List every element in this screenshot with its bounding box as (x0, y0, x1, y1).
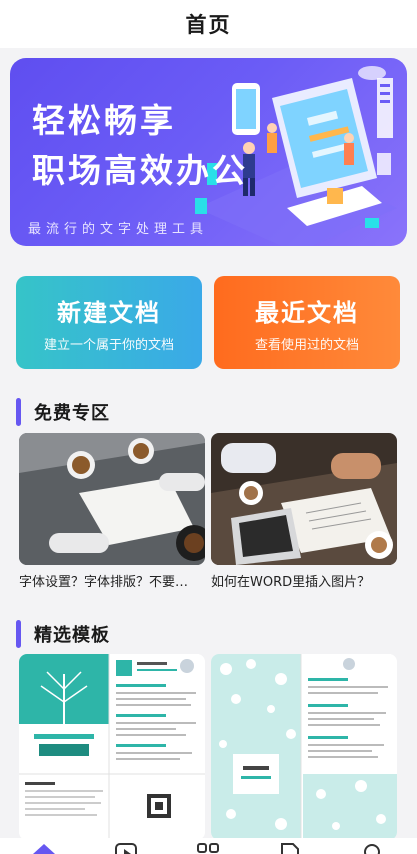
template-section-header: 精选模板 (16, 620, 110, 648)
new-document-title: 新建文档 (57, 298, 161, 327)
article-card[interactable]: 如何在WORD里插入图片？ (211, 433, 397, 590)
document-icon[interactable] (278, 842, 302, 854)
section-accent-bar (16, 620, 21, 648)
play-icon[interactable] (114, 842, 138, 854)
home-icon[interactable] (32, 842, 56, 854)
profile-icon[interactable] (360, 842, 384, 854)
template-card[interactable] (211, 654, 397, 840)
article-thumbnail (211, 433, 397, 565)
article-thumbnail (19, 433, 205, 565)
recent-documents-subtitle: 查看使用过的文档 (254, 337, 359, 353)
template-card[interactable] (19, 654, 205, 840)
recent-documents-title: 最近文档 (255, 298, 359, 327)
bottom-tab-bar (0, 838, 417, 854)
template-section-title: 精选模板 (34, 625, 110, 646)
apps-icon[interactable] (196, 842, 220, 854)
new-document-subtitle: 建立一个属于你的文档 (43, 337, 174, 353)
banner-headline-1: 轻松畅享 (32, 101, 176, 140)
free-section-title: 免费专区 (34, 403, 110, 424)
recent-documents-button[interactable]: 最近文档 查看使用过的文档 (214, 276, 400, 369)
banner-subtitle: 最流行的文字处理工具 (28, 222, 209, 237)
floral-template-preview (211, 654, 397, 840)
article-caption: 字体设置？字体排版？不要… (19, 575, 189, 590)
article-caption: 如何在WORD里插入图片？ (211, 575, 371, 590)
section-accent-bar (16, 398, 21, 426)
banner-headline-2: 职场高效办公 (32, 151, 248, 190)
page-title: 首页 (185, 13, 232, 37)
resume-template-preview (19, 654, 205, 840)
promo-banner[interactable]: 轻松畅享 职场高效办公 最流行的文字处理工具 (10, 58, 407, 246)
top-bar: 首页 (0, 0, 417, 48)
free-section-header: 免费专区 (16, 398, 110, 426)
new-document-button[interactable]: 新建文档 建立一个属于你的文档 (16, 276, 202, 369)
article-card[interactable]: 字体设置？字体排版？不要… (19, 433, 205, 590)
